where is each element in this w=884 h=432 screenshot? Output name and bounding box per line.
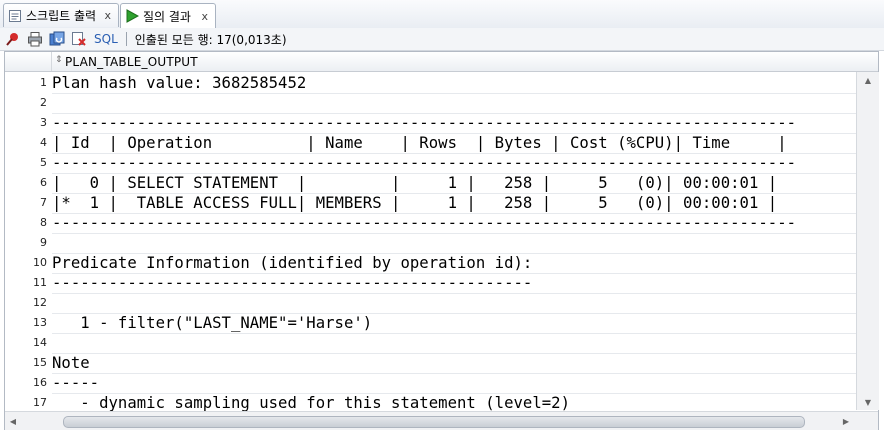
tab-label: 질의 결과 bbox=[143, 9, 191, 24]
row-number: 12 bbox=[33, 296, 47, 309]
result-rows: 1 Plan hash value: 3682585452 2 3 ----------… bbox=[5, 73, 856, 414]
scroll-right-icon[interactable]: ▶ bbox=[838, 412, 854, 430]
tab-bar: 스크립트 출력 x 질의 결과 x bbox=[0, 0, 884, 29]
row-number: 4 bbox=[40, 136, 47, 149]
table-row[interactable]: 2 bbox=[5, 93, 856, 114]
table-row[interactable]: 4 | Id | Operation | Name | Rows | Bytes … bbox=[5, 133, 856, 154]
table-row[interactable]: 5 ---------------------------------------… bbox=[5, 153, 856, 174]
row-number: 17 bbox=[33, 396, 47, 409]
query-result-grid: ⇕ PLAN_TABLE_OUTPUT 1 Plan hash value: 36… bbox=[4, 51, 879, 430]
table-row[interactable]: 13 1 - filter("LAST_NAME"='Harse') bbox=[5, 313, 856, 334]
table-row[interactable]: 8 ---------------------------------------… bbox=[5, 213, 856, 234]
column-header-plan-table-output[interactable]: PLAN_TABLE_OUTPUT bbox=[65, 55, 198, 69]
tab-label: 스크립트 출력 bbox=[26, 9, 97, 23]
scroll-down-icon[interactable]: ▼ bbox=[857, 394, 879, 410]
plan-output-cell[interactable]: Plan hash value: 3682585452 bbox=[52, 73, 856, 94]
toolbar-divider bbox=[125, 32, 127, 46]
row-number: 5 bbox=[40, 156, 47, 169]
scroll-left-icon[interactable]: ◀ bbox=[5, 412, 21, 430]
script-output-icon bbox=[8, 9, 22, 23]
row-number: 10 bbox=[33, 256, 47, 269]
print-icon[interactable] bbox=[26, 31, 44, 47]
scroll-up-icon[interactable]: ▲ bbox=[857, 72, 879, 88]
vertical-scrollbar[interactable]: ▲ ▼ bbox=[856, 72, 879, 410]
plan-output-cell[interactable]: 1 - filter("LAST_NAME"='Harse') bbox=[52, 313, 856, 334]
close-icon[interactable]: x bbox=[198, 10, 211, 23]
fetch-status: 인출된 모든 행: 17(0,013초) bbox=[134, 32, 287, 47]
row-number: 6 bbox=[40, 176, 47, 189]
run-query-icon bbox=[125, 9, 140, 23]
plan-output-cell[interactable] bbox=[52, 293, 856, 314]
plan-output-cell[interactable] bbox=[52, 333, 856, 354]
table-row[interactable]: 15 Note bbox=[5, 353, 856, 374]
table-row[interactable]: 3 ---------------------------------------… bbox=[5, 113, 856, 134]
table-row[interactable]: 7 |* 1 | TABLE ACCESS FULL| MEMBERS | 1 |… bbox=[5, 193, 856, 214]
table-row[interactable]: 11 --------------------------------------… bbox=[5, 273, 856, 294]
row-number: 16 bbox=[33, 376, 47, 389]
table-row[interactable]: 16 ----- bbox=[5, 373, 856, 394]
table-row[interactable]: 14 bbox=[5, 333, 856, 354]
refresh-icon[interactable] bbox=[48, 31, 66, 47]
table-row[interactable]: 1 Plan hash value: 3682585452 bbox=[5, 73, 856, 94]
plan-output-cell[interactable]: ----------------------------------------… bbox=[52, 273, 856, 294]
sql-link[interactable]: SQL bbox=[94, 32, 118, 46]
plan-output-cell[interactable]: Predicate Information (identified by ope… bbox=[52, 253, 856, 274]
result-toolbar: SQL 인출된 모든 행: 17(0,013초) bbox=[0, 28, 884, 51]
row-number: 8 bbox=[40, 216, 47, 229]
row-number: 9 bbox=[40, 236, 47, 249]
plan-output-cell[interactable]: ----------------------------------------… bbox=[52, 213, 856, 234]
row-number: 14 bbox=[33, 336, 47, 349]
close-icon[interactable]: x bbox=[101, 9, 114, 22]
sort-icon[interactable]: ⇕ bbox=[55, 55, 63, 65]
table-row[interactable]: 17 - dynamic sampling used for this stat… bbox=[5, 393, 856, 414]
row-number: 2 bbox=[40, 96, 47, 109]
tab-query-result[interactable]: 질의 결과 x bbox=[120, 3, 216, 28]
tab-script-output[interactable]: 스크립트 출력 x bbox=[3, 3, 119, 27]
horizontal-scroll-thumb[interactable] bbox=[63, 416, 805, 428]
table-row[interactable]: 12 bbox=[5, 293, 856, 314]
row-number: 1 bbox=[40, 76, 47, 89]
row-number: 15 bbox=[33, 356, 47, 369]
row-number: 3 bbox=[40, 116, 47, 129]
plan-output-cell[interactable]: |* 1 | TABLE ACCESS FULL| MEMBERS | 1 | … bbox=[52, 193, 856, 214]
clear-icon[interactable] bbox=[70, 31, 88, 47]
row-number: 7 bbox=[40, 196, 47, 209]
plan-output-cell[interactable]: Note bbox=[52, 353, 856, 374]
column-header-row: ⇕ PLAN_TABLE_OUTPUT bbox=[5, 52, 878, 72]
table-row[interactable]: 10 Predicate Information (identified by o… bbox=[5, 253, 856, 274]
row-number: 11 bbox=[33, 276, 47, 289]
pin-icon[interactable] bbox=[4, 31, 22, 47]
table-row[interactable]: 6 | 0 | SELECT STATEMENT | | 1 | 258 | 5 … bbox=[5, 173, 856, 194]
horizontal-scrollbar[interactable]: ◀ ▶ bbox=[5, 411, 878, 430]
row-number-header bbox=[5, 52, 52, 71]
row-number: 13 bbox=[33, 316, 47, 329]
table-row[interactable]: 9 bbox=[5, 233, 856, 254]
plan-output-cell[interactable]: ----------------------------------------… bbox=[52, 153, 856, 174]
plan-output-cell[interactable] bbox=[52, 93, 856, 114]
plan-output-cell[interactable]: ----------------------------------------… bbox=[52, 113, 856, 134]
plan-output-cell[interactable]: | 0 | SELECT STATEMENT | | 1 | 258 | 5 (… bbox=[52, 173, 856, 194]
plan-output-cell[interactable]: ----- bbox=[52, 373, 856, 394]
plan-output-cell[interactable] bbox=[52, 233, 856, 254]
plan-output-cell[interactable]: | Id | Operation | Name | Rows | Bytes |… bbox=[52, 133, 856, 154]
